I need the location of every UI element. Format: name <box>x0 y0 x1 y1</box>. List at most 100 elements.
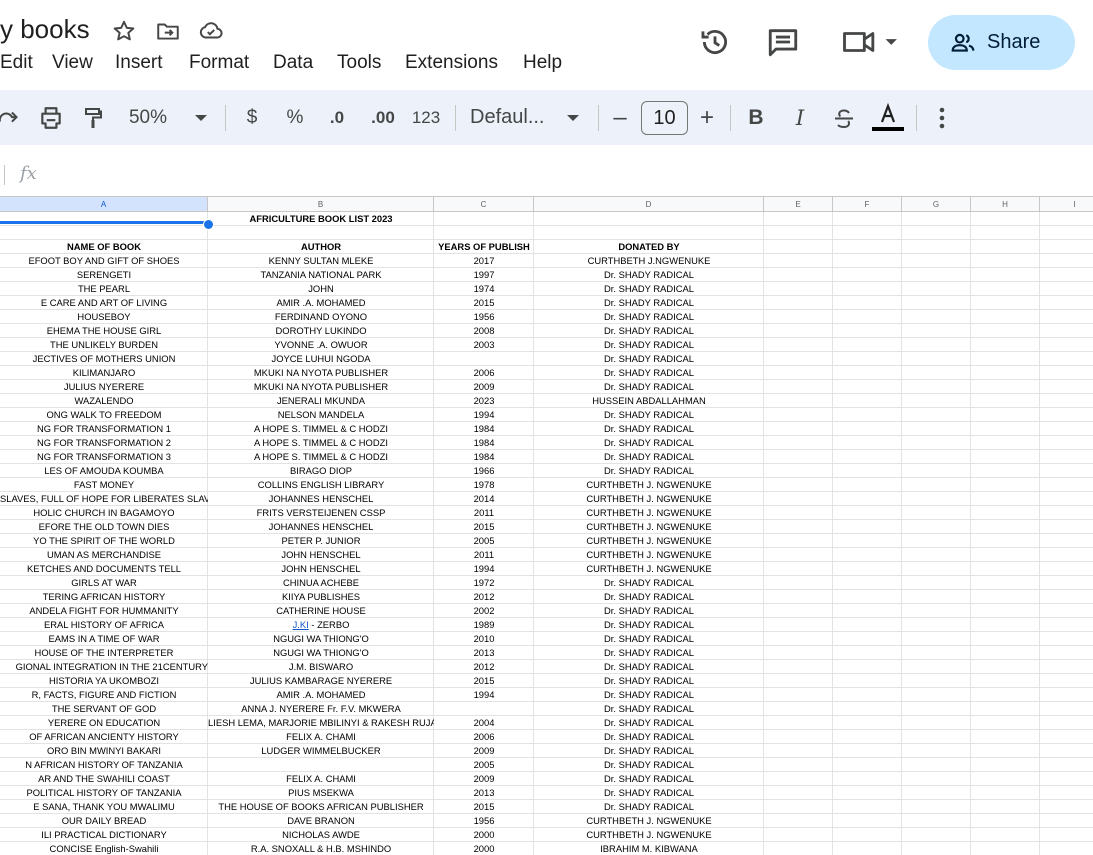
table-cell[interactable]: IBRAHIM M. KIBWANA <box>534 842 764 855</box>
table-cell[interactable]: HUSSEIN ABDALLAHMAN <box>534 394 764 408</box>
table-cell[interactable]: THE SERVANT OF GOD <box>0 702 208 716</box>
menu-format[interactable]: Format <box>189 52 249 74</box>
table-cell[interactable]: 1984 <box>434 450 534 464</box>
table-cell[interactable]: 2000 <box>434 842 534 855</box>
share-button[interactable]: Share <box>928 15 1075 70</box>
zoom-dropdown[interactable] <box>190 90 212 145</box>
bold-button[interactable]: B <box>742 90 770 145</box>
menu-help[interactable]: Help <box>523 52 562 74</box>
table-cell[interactable]: 2005 <box>434 534 534 548</box>
table-cell[interactable]: 1994 <box>434 688 534 702</box>
menu-insert[interactable]: Insert <box>115 52 163 74</box>
table-cell[interactable]: A HOPE S. TIMMEL & C HODZI <box>208 422 434 436</box>
table-cell[interactable]: Dr. SHADY RADICAL <box>534 772 764 786</box>
table-cell[interactable]: 2009 <box>434 744 534 758</box>
table-cell[interactable]: Dr. SHADY RADICAL <box>534 310 764 324</box>
table-cell[interactable]: 2003 <box>434 338 534 352</box>
table-cell[interactable]: FAST MONEY <box>0 478 208 492</box>
table-cell[interactable]: E CARE AND ART OF LIVING <box>0 296 208 310</box>
table-cell[interactable]: CURTHBETH J. NGWENUKE <box>534 506 764 520</box>
table-cell[interactable]: ILI PRACTICAL DICTIONARY <box>0 828 208 842</box>
table-cell[interactable]: 1997 <box>434 268 534 282</box>
comment-icon[interactable] <box>766 25 800 59</box>
table-cell[interactable]: 1989 <box>434 618 534 632</box>
table-cell[interactable]: 2023 <box>434 394 534 408</box>
menu-view[interactable]: View <box>52 52 93 74</box>
table-cell[interactable]: Dr. SHADY RADICAL <box>534 324 764 338</box>
table-cell[interactable]: 2000 <box>434 828 534 842</box>
table-cell[interactable]: KIIYA PUBLISHES <box>208 590 434 604</box>
table-cell[interactable]: ANNA J. NYERERE Fr. F.V. MKWERA <box>208 702 434 716</box>
table-cell[interactable]: ANDELA FIGHT FOR HUMMANITY <box>0 604 208 618</box>
italic-button[interactable]: I <box>786 90 814 145</box>
document-title[interactable]: y books <box>0 14 90 45</box>
table-cell[interactable]: Dr. SHADY RADICAL <box>534 632 764 646</box>
table-cell[interactable]: Dr. SHADY RADICAL <box>534 618 764 632</box>
table-cell[interactable]: 2015 <box>434 674 534 688</box>
table-cell[interactable]: Dr. SHADY RADICAL <box>534 702 764 716</box>
table-cell[interactable]: Dr. SHADY RADICAL <box>534 296 764 310</box>
table-cell[interactable] <box>434 352 534 366</box>
table-cell[interactable]: A HOPE S. TIMMEL & C HODZI <box>208 436 434 450</box>
table-cell[interactable]: THE HOUSE OF BOOKS AFRICAN PUBLISHER <box>208 800 434 814</box>
table-cell[interactable]: CHINUA ACHEBE <box>208 576 434 590</box>
more-options-button[interactable] <box>930 90 954 145</box>
table-cell[interactable]: POLITICAL HISTORY OF TANZANIA <box>0 786 208 800</box>
table-cell[interactable]: FELIX A. CHAMI <box>208 772 434 786</box>
table-cell[interactable]: 1994 <box>434 562 534 576</box>
table-cell[interactable]: JOHN <box>208 282 434 296</box>
history-icon[interactable] <box>698 25 732 59</box>
column-header-e[interactable]: E <box>764 196 833 212</box>
table-cell[interactable]: 1984 <box>434 422 534 436</box>
table-cell[interactable]: TERING AFRICAN HISTORY <box>0 590 208 604</box>
table-cell[interactable]: CURTHBETH J. NGWENUKE <box>534 814 764 828</box>
table-cell[interactable]: Dr. SHADY RADICAL <box>534 688 764 702</box>
font-family-dropdown[interactable] <box>562 90 584 145</box>
cloud-saved-icon[interactable] <box>198 18 224 44</box>
table-cell[interactable]: THE UNLIKELY BURDEN <box>0 338 208 352</box>
redo-button[interactable] <box>0 90 22 145</box>
table-cell[interactable]: 2013 <box>434 646 534 660</box>
table-cell[interactable]: 2013 <box>434 786 534 800</box>
table-cell[interactable]: CURTHBETH J. NGWENUKE <box>534 548 764 562</box>
video-call-icon[interactable] <box>840 25 900 59</box>
spreadsheet-grid[interactable]: A B C D E F G H I AFRICULTURE BOOK LIST 2023 NAME … <box>0 196 1093 855</box>
table-cell[interactable]: 2006 <box>434 730 534 744</box>
strikethrough-button[interactable] <box>829 90 859 145</box>
table-cell[interactable]: CATHERINE HOUSE <box>208 604 434 618</box>
table-cell[interactable]: 2015 <box>434 520 534 534</box>
table-cell[interactable]: NAME OF BOOK <box>0 240 208 254</box>
table-cell[interactable]: FRITS VERSTEIJENEN CSSP <box>208 506 434 520</box>
percent-format-button[interactable]: % <box>281 90 309 145</box>
table-cell[interactable]: CONCISE English-Swahili <box>0 842 208 855</box>
table-cell[interactable]: TANZANIA NATIONAL PARK <box>208 268 434 282</box>
table-cell[interactable]: 1978 <box>434 478 534 492</box>
table-cell[interactable]: NGUGI WA THIONG'O <box>208 646 434 660</box>
move-to-folder-icon[interactable] <box>155 18 181 44</box>
table-cell[interactable]: Dr. SHADY RADICAL <box>534 352 764 366</box>
table-cell[interactable]: EHEMA THE HOUSE GIRL <box>0 324 208 338</box>
table-cell[interactable]: ERAL HISTORY OF AFRICA <box>0 618 208 632</box>
table-cell[interactable]: Dr. SHADY RADICAL <box>534 450 764 464</box>
column-header-a[interactable]: A <box>0 196 208 212</box>
table-cell[interactable]: Dr. SHADY RADICAL <box>534 366 764 380</box>
table-cell[interactable]: LES OF AMOUDA KOUMBA <box>0 464 208 478</box>
menu-edit[interactable]: Edit <box>0 52 33 74</box>
decrease-decimal-button[interactable]: .0 <box>322 90 352 145</box>
table-cell[interactable]: HISTORIA YA UKOMBOZI <box>0 674 208 688</box>
table-cell[interactable]: 2017 <box>434 254 534 268</box>
currency-format-button[interactable]: $ <box>238 90 266 145</box>
print-button[interactable] <box>34 90 68 145</box>
table-cell[interactable]: NICHOLAS AWDE <box>208 828 434 842</box>
table-cell[interactable]: Dr. SHADY RADICAL <box>534 604 764 618</box>
table-cell[interactable]: JOHANNES HENSCHEL <box>208 492 434 506</box>
font-family-select[interactable]: Defaul... <box>470 90 558 145</box>
table-cell[interactable]: HOUSE OF THE INTERPRETER <box>0 646 208 660</box>
table-cell[interactable]: Dr. SHADY RADICAL <box>534 464 764 478</box>
table-cell[interactable]: ONG WALK TO FREEDOM <box>0 408 208 422</box>
table-cell[interactable]: Dr. SHADY RADICAL <box>534 436 764 450</box>
table-cell[interactable]: 2015 <box>434 296 534 310</box>
table-cell[interactable]: PETER P. JUNIOR <box>208 534 434 548</box>
table-cell[interactable]: EFORE THE OLD TOWN DIES <box>0 520 208 534</box>
table-cell[interactable]: HOLIC CHURCH IN BAGAMOYO <box>0 506 208 520</box>
